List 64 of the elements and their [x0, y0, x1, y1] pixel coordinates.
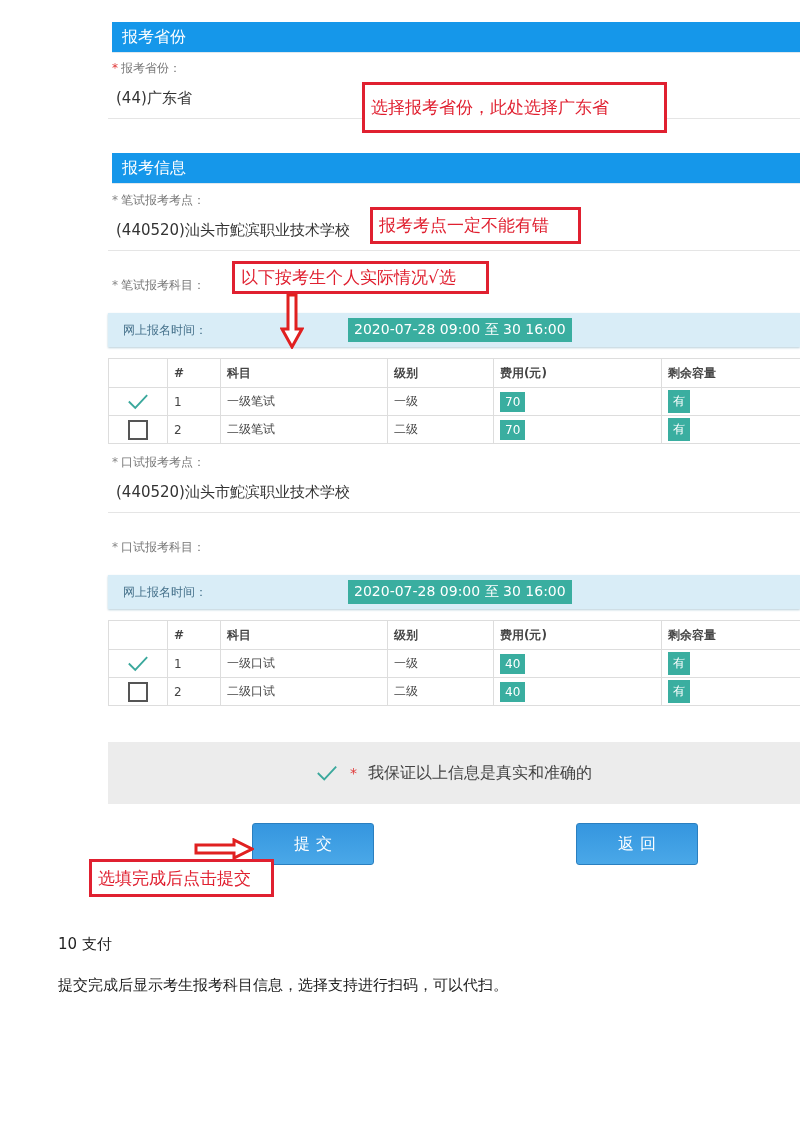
- required-mark: *: [112, 455, 118, 469]
- column-header: 科目: [220, 358, 388, 388]
- table-cell: 二级笔试: [220, 415, 388, 444]
- agreement-text: 我保证以上信息是真实和准确的: [368, 762, 592, 784]
- column-header: 费用(元): [493, 358, 662, 388]
- field-label: 口试报考科目：: [121, 540, 205, 554]
- fee-badge: 70: [500, 391, 526, 412]
- required-mark: *: [112, 193, 118, 207]
- field-label: 笔试报考考点：: [121, 193, 205, 207]
- required-mark: *: [350, 765, 357, 781]
- capacity-badge: 有: [668, 390, 690, 413]
- column-header: #: [167, 358, 221, 388]
- submit-button[interactable]: 提 交: [252, 823, 374, 865]
- column-header: 科目: [220, 620, 388, 650]
- table-cell: 一级笔试: [220, 387, 388, 416]
- schedule-label: 网上报名时间：: [122, 583, 208, 601]
- annotation-callout: 报考考点一定不能有错: [370, 207, 581, 244]
- table-cell: 2: [167, 415, 221, 444]
- table-cell: 二级: [387, 415, 494, 444]
- table-cell: 一级: [387, 649, 494, 678]
- table-cell: 1: [167, 649, 221, 678]
- table-cell: 二级: [387, 677, 494, 706]
- check-icon[interactable]: [127, 393, 149, 410]
- annotation-callout: 选填完成后点击提交: [89, 859, 274, 897]
- section-header: 报考省份: [112, 22, 800, 53]
- column-header: 剩余容量: [661, 358, 800, 388]
- capacity-badge: 有: [668, 680, 690, 703]
- schedule-time-badge: 2020-07-28 09:00 至 30 16:00: [348, 580, 572, 604]
- check-icon[interactable]: [316, 764, 338, 782]
- required-mark: *: [112, 278, 118, 292]
- annotation-arrow: [280, 293, 304, 349]
- fee-badge: 70: [500, 419, 526, 440]
- fee-badge: 40: [500, 653, 526, 674]
- section-heading: 10 支付: [58, 935, 113, 954]
- column-header: 级别: [387, 620, 494, 650]
- table-cell: 二级口试: [220, 677, 388, 706]
- table-cell: 一级: [387, 387, 494, 416]
- field-label: 笔试报考科目：: [121, 278, 205, 292]
- annotation-callout: 以下按考生个人实际情况√选: [232, 261, 489, 294]
- section-header: 报考信息: [112, 153, 800, 184]
- column-header: 费用(元): [493, 620, 662, 650]
- fee-badge: 40: [500, 681, 526, 702]
- capacity-badge: 有: [668, 418, 690, 441]
- table-cell: 1: [167, 387, 221, 416]
- annotation-callout: 选择报考省份，此处选择广东省: [362, 82, 667, 133]
- field-value: (440520)汕头市鮀滨职业技术学校: [108, 470, 800, 513]
- capacity-badge: 有: [668, 652, 690, 675]
- column-header: 剩余容量: [661, 620, 800, 650]
- column-header: #: [167, 620, 221, 650]
- check-icon[interactable]: [127, 655, 149, 672]
- schedule-label: 网上报名时间：: [122, 321, 208, 339]
- field-label: 报考省份：: [121, 61, 181, 75]
- table-cell: 2: [167, 677, 221, 706]
- back-button[interactable]: 返 回: [576, 823, 698, 865]
- column-header: 级别: [387, 358, 494, 388]
- paragraph: 提交完成后显示考生报考科目信息，选择支持进行扫码，可以代扫。: [58, 976, 509, 995]
- required-mark: *: [112, 540, 118, 554]
- checkbox[interactable]: [128, 419, 148, 440]
- schedule-time-badge: 2020-07-28 09:00 至 30 16:00: [348, 318, 572, 342]
- field-label: 口试报考考点：: [121, 455, 205, 469]
- required-mark: *: [112, 61, 118, 75]
- checkbox[interactable]: [128, 681, 148, 702]
- annotation-arrow: [194, 838, 254, 860]
- table-cell: 一级口试: [220, 649, 388, 678]
